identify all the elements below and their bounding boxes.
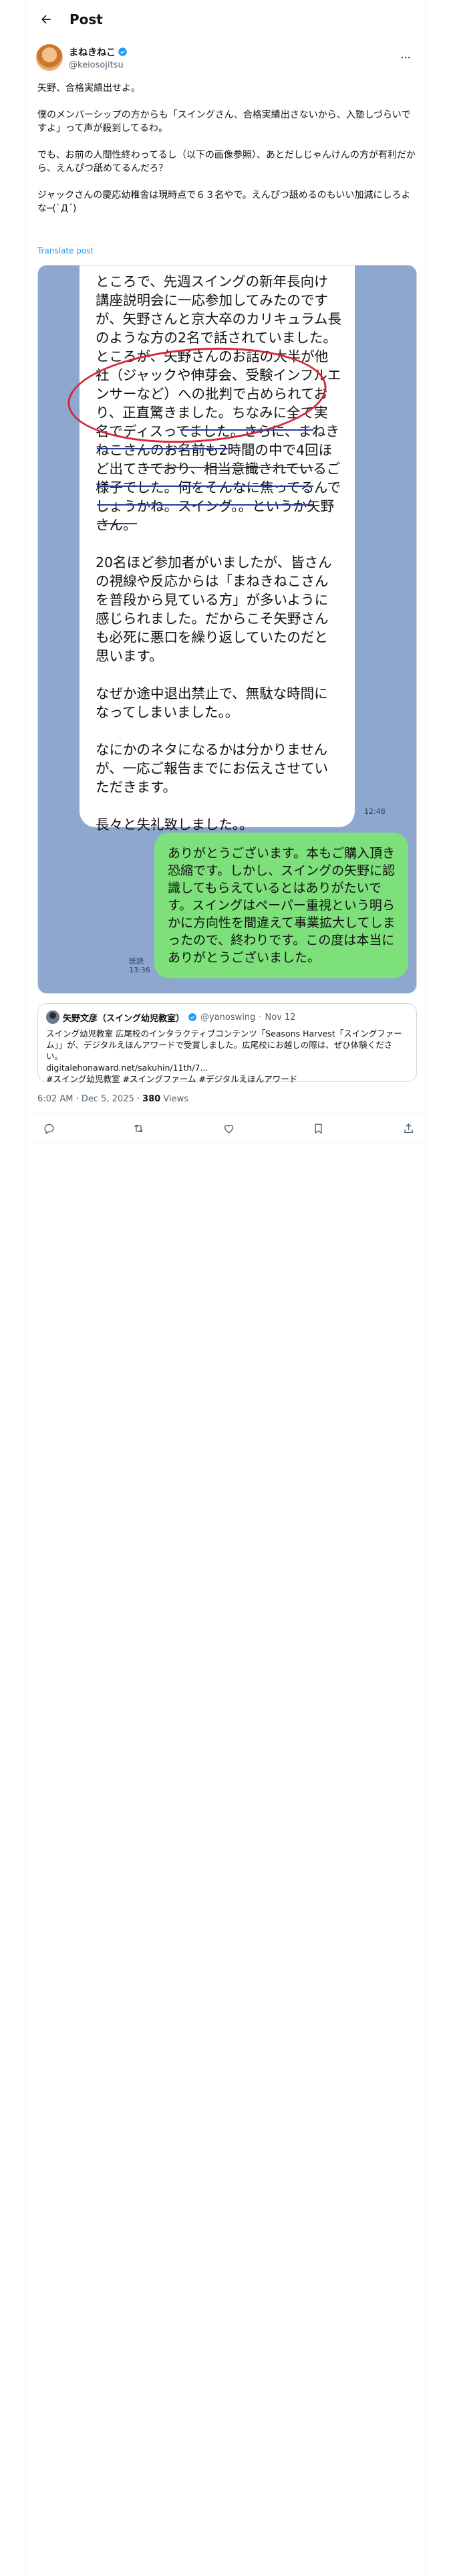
read-label: 既読 (129, 957, 144, 966)
views-count: 380 (142, 1094, 161, 1104)
top-bar: Post (26, 0, 425, 39)
quoted-author-name: 矢野文彦（スイング幼児教室） (63, 1013, 185, 1024)
post-image[interactable]: ところで、先週スイングの新年長向け講座説明会に一応参加してみたのですが、矢野さん… (37, 265, 417, 994)
verified-badge-icon (118, 47, 127, 56)
more-icon (401, 56, 410, 59)
more-options-button[interactable] (396, 47, 416, 68)
sent-message-bubble: ありがとうございます。本もご購入頂き恐縮です。しかし、スイングの矢野に認識しても… (154, 833, 408, 978)
left-column-border (25, 0, 26, 2576)
underline-annotation (180, 429, 313, 431)
bookmark-icon (315, 1123, 322, 1134)
underline-annotation (97, 504, 313, 506)
action-bar (37, 1113, 424, 1143)
post-text: 矢野、合格実績出せよ。 僕のメンバーシップの方からも「スイングさん、合格実績出さ… (37, 83, 416, 214)
quoted-separator: · (259, 1012, 262, 1023)
sent-message-text: ありがとうございます。本もご購入頂き恐縮です。しかし、スイングの矢野に認識しても… (168, 846, 396, 965)
back-button[interactable] (35, 8, 57, 31)
reply-button[interactable] (37, 1117, 60, 1140)
meta-separator: · (134, 1094, 143, 1104)
author-handle[interactable]: @keiosojitsu (69, 60, 128, 70)
share-button[interactable] (397, 1117, 420, 1140)
heart-icon (224, 1124, 233, 1134)
like-button[interactable] (217, 1117, 240, 1140)
message-time: 12:48 (364, 807, 386, 816)
underline-annotation (97, 486, 313, 487)
quoted-text: スイング幼児教室 広尾校のインタラクティブコンテンツ「Seasons Harve… (46, 1029, 402, 1084)
quoted-post[interactable]: 矢野文彦（スイング幼児教室） @yanoswing · Nov 12 スイング幼… (37, 1003, 417, 1084)
bookmark-button[interactable] (307, 1117, 330, 1140)
page-title: Post (69, 11, 103, 27)
back-arrow-icon (41, 15, 51, 24)
right-column-border (425, 0, 426, 2576)
repost-button[interactable] (128, 1117, 150, 1140)
post-metadata: 6:02 AM · Dec 5, 2025 · 380 Views (37, 1094, 188, 1104)
underline-annotation (97, 448, 228, 449)
repost-icon (134, 1123, 143, 1133)
underline-annotation (97, 523, 137, 524)
share-icon (404, 1123, 413, 1133)
post-timestamp[interactable]: 6:02 AM · Dec 5, 2025 (37, 1094, 134, 1104)
author-name[interactable]: まねきねこ (69, 45, 116, 59)
quoted-date: Nov 12 (265, 1012, 296, 1023)
views-label: Views (160, 1094, 189, 1104)
read-receipt: 既読 13:36 (129, 957, 150, 974)
verified-badge-icon (188, 1013, 196, 1021)
underline-annotation (138, 467, 313, 468)
quoted-avatar (46, 1010, 59, 1024)
reply-icon (43, 1123, 54, 1134)
translate-link[interactable]: Translate post (37, 246, 94, 255)
quoted-author-handle: @yanoswing (200, 1012, 256, 1023)
read-time: 13:36 (129, 966, 150, 974)
post-author: まねきねこ @keiosojitsu (36, 43, 416, 72)
avatar[interactable] (36, 44, 63, 71)
